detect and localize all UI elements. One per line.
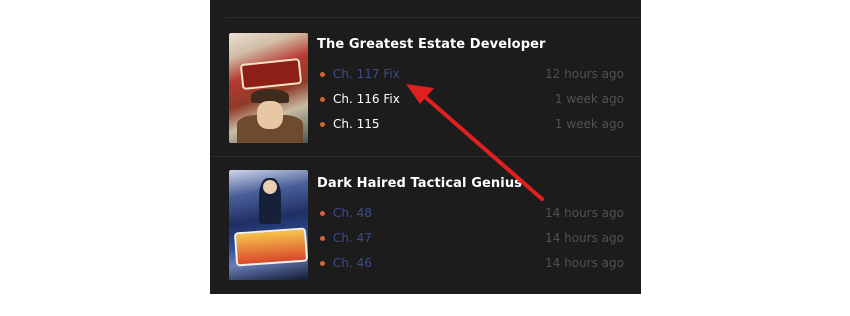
top-divider	[225, 17, 641, 18]
cover-logo-art	[233, 227, 308, 267]
chapter-row[interactable]: Ch. 46 14 hours ago	[320, 255, 624, 273]
chapter-row[interactable]: Ch. 47 14 hours ago	[320, 230, 624, 248]
series-cover-greatest-estate-developer[interactable]	[229, 33, 308, 143]
chapter-link[interactable]: Ch. 115	[333, 117, 380, 131]
chapter-link[interactable]: Ch. 48	[333, 206, 372, 220]
chapter-link[interactable]: Ch. 117 Fix	[333, 67, 400, 81]
cover-face-art	[263, 180, 277, 194]
series-divider	[210, 156, 641, 157]
chapter-time: 12 hours ago	[545, 67, 624, 81]
chapter-link[interactable]: Ch. 46	[333, 256, 372, 270]
chapter-row[interactable]: Ch. 115 1 week ago	[320, 116, 624, 134]
dot-bullet-icon	[320, 211, 325, 216]
chapter-row[interactable]: Ch. 48 14 hours ago	[320, 205, 624, 223]
dot-bullet-icon	[320, 122, 325, 127]
chapter-link[interactable]: Ch. 47	[333, 231, 372, 245]
series-cover-dark-haired-tactical-genius[interactable]	[229, 170, 308, 280]
chapter-time: 1 week ago	[554, 92, 624, 106]
dot-bullet-icon	[320, 72, 325, 77]
cover-logo-art	[239, 57, 303, 91]
series-title[interactable]: The Greatest Estate Developer	[317, 37, 546, 52]
chapter-time: 14 hours ago	[545, 231, 624, 245]
chapter-time: 14 hours ago	[545, 206, 624, 220]
dot-bullet-icon	[320, 97, 325, 102]
dot-bullet-icon	[320, 236, 325, 241]
chapter-row[interactable]: Ch. 117 Fix 12 hours ago	[320, 66, 624, 84]
series-title[interactable]: Dark Haired Tactical Genius	[317, 176, 522, 191]
chapter-time: 14 hours ago	[545, 256, 624, 270]
chapter-time: 1 week ago	[554, 117, 624, 131]
dot-bullet-icon	[320, 261, 325, 266]
chapter-link[interactable]: Ch. 116 Fix	[333, 92, 400, 106]
cover-face-art	[257, 101, 283, 129]
chapter-row[interactable]: Ch. 116 Fix 1 week ago	[320, 91, 624, 109]
